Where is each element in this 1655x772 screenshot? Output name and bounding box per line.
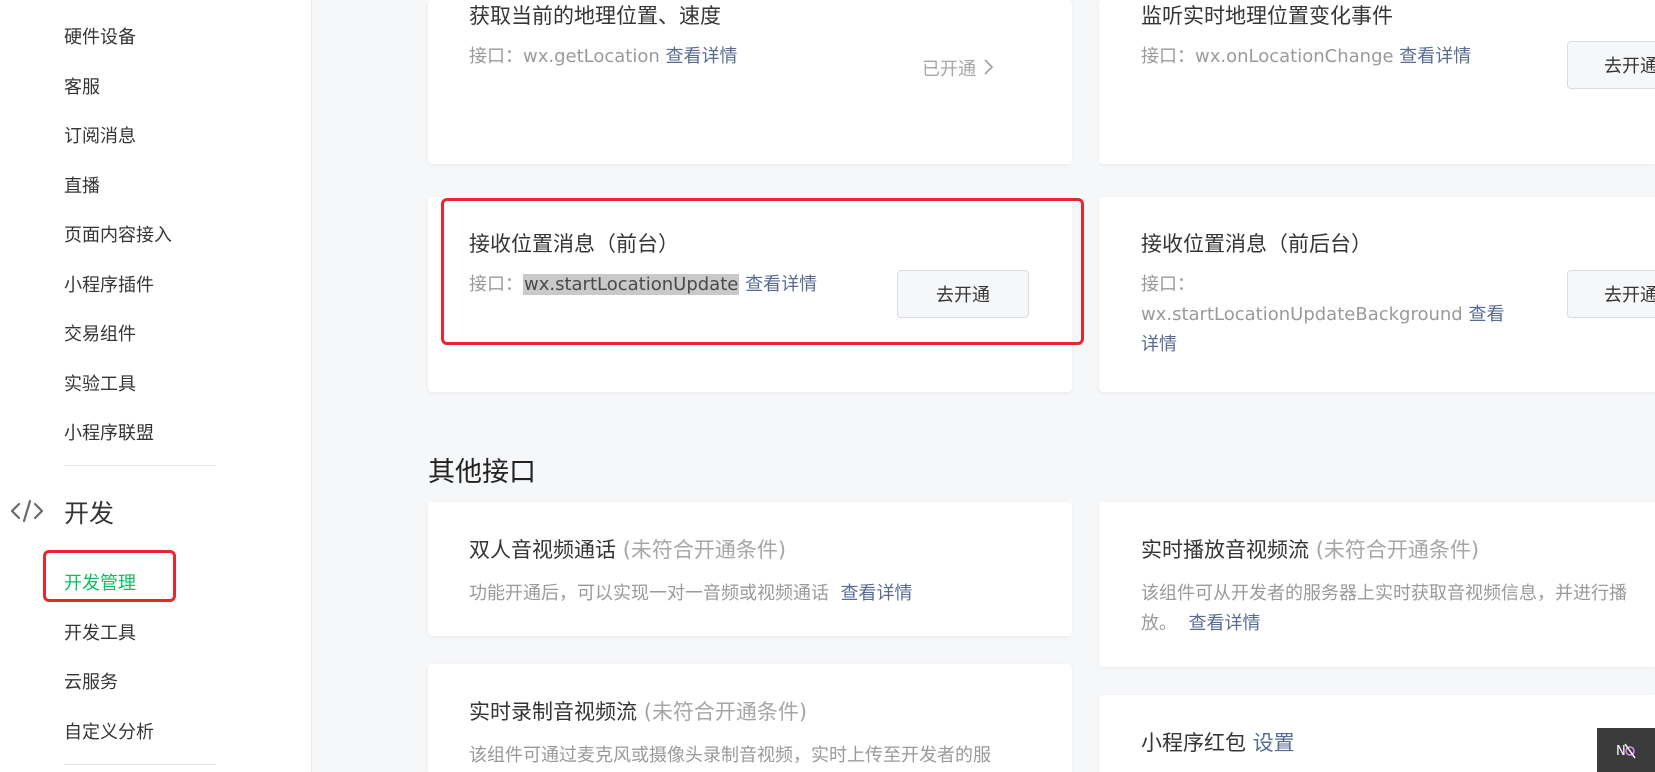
api-prefix: 接口： — [469, 46, 523, 67]
view-details-link-part1[interactable]: 查看 — [1468, 304, 1504, 325]
condition-label: (未符合开通条件) — [622, 538, 787, 562]
card-api: 接口： wx.startLocationUpdateBackground 查看 … — [1141, 270, 1521, 360]
card-api: 接口：wx.getLocation 查看详情 — [469, 42, 738, 72]
api-prefix: 接口： — [1141, 274, 1195, 295]
sidebar-item-page-content[interactable]: 页面内容接入 — [64, 221, 172, 247]
sidebar-item-hardware[interactable]: 硬件设备 — [64, 23, 136, 49]
sidebar-highlight-box — [43, 550, 176, 602]
card-title-text: 双人音视频通话 — [469, 538, 616, 562]
card-desc-text: 功能开通后，可以实现一对一音频或视频通话 — [469, 583, 829, 604]
enable-button[interactable]: 去开通 — [1567, 270, 1655, 318]
sidebar-item-alliance[interactable]: 小程序联盟 — [64, 419, 154, 445]
floating-widget[interactable]: N — [1597, 728, 1655, 772]
sidebar-item-dev-tools[interactable]: 开发工具 — [64, 619, 136, 645]
widget-label: N — [1616, 744, 1626, 759]
card-title: 双人音视频通话 (未符合开通条件) — [469, 534, 786, 564]
card-title: 接收位置消息（前后台） — [1141, 232, 1372, 256]
card-highlight-box — [441, 198, 1084, 345]
card-title: 实时录制音视频流 (未符合开通条件) — [469, 696, 807, 726]
card-desc: 功能开通后，可以实现一对一音频或视频通话 查看详情 — [469, 579, 912, 609]
card-on-location-change: 监听实时地理位置变化事件 接口：wx.onLocationChange 查看详情… — [1099, 0, 1655, 164]
api-name: wx.startLocationUpdateBackground — [1141, 304, 1463, 325]
sidebar-item-live[interactable]: 直播 — [64, 172, 100, 198]
card-desc: 该组件可通过麦克风或摄像头录制音视频，实时上传至开发者的服 — [469, 745, 991, 766]
section-heading-other: 其他接口 — [428, 457, 536, 488]
status-label: 已开通 — [922, 59, 976, 80]
sidebar-item-experiment-tools[interactable]: 实验工具 — [64, 370, 136, 396]
sidebar-item-cloud[interactable]: 云服务 — [64, 668, 118, 694]
status-enabled[interactable]: 已开通 — [922, 55, 994, 81]
chevron-right-icon — [984, 59, 994, 75]
api-prefix: 接口： — [1141, 46, 1195, 67]
sidebar-section-title: 开发 — [64, 499, 115, 528]
card-desc: 该组件可从开发者的服务器上实时获取音视频信息，并进行播 放。 查看详情 — [1141, 579, 1655, 639]
api-name: wx.getLocation — [523, 46, 660, 67]
view-details-link[interactable]: 查看详情 — [1188, 613, 1260, 634]
card-api: 接口：wx.onLocationChange 查看详情 — [1141, 42, 1471, 72]
card-title-text: 实时播放音视频流 — [1141, 538, 1309, 562]
card-get-location: 获取当前的地理位置、速度 接口：wx.getLocation 查看详情 已开通 — [428, 0, 1072, 164]
view-details-link-part2[interactable]: 详情 — [1141, 330, 1521, 360]
card-title: 监听实时地理位置变化事件 — [1141, 4, 1393, 28]
card-title: 实时播放音视频流 (未符合开通条件) — [1141, 534, 1479, 564]
sidebar-divider — [64, 465, 216, 466]
sidebar-item-trade-component[interactable]: 交易组件 — [64, 320, 136, 346]
view-details-link[interactable]: 查看详情 — [1399, 46, 1471, 67]
sidebar-divider-bottom — [64, 764, 216, 765]
sidebar-item-customer-service[interactable]: 客服 — [64, 73, 100, 99]
card-title: 获取当前的地理位置、速度 — [469, 4, 721, 28]
card-red-packet: 小程序红包 设置 — [1099, 695, 1655, 772]
sidebar: 硬件设备 客服 订阅消息 直播 页面内容接入 小程序插件 交易组件 实验工具 小… — [0, 0, 312, 772]
card-live-play: 实时播放音视频流 (未符合开通条件) 该组件可从开发者的服务器上实时获取音视频信… — [1099, 502, 1655, 667]
condition-label: (未符合开通条件) — [643, 700, 808, 724]
api-line: wx.startLocationUpdateBackground 查看 — [1141, 300, 1521, 330]
card-dual-av-call: 双人音视频通话 (未符合开通条件) 功能开通后，可以实现一对一音频或视频通话 查… — [428, 502, 1072, 636]
mute-icon: N — [1616, 743, 1636, 759]
condition-label: (未符合开通条件) — [1315, 538, 1480, 562]
card-desc-line1: 该组件可从开发者的服务器上实时获取音视频信息，并进行播 — [1141, 583, 1627, 604]
sidebar-item-plugins[interactable]: 小程序插件 — [64, 271, 154, 297]
sidebar-item-subscribe-message[interactable]: 订阅消息 — [64, 122, 136, 148]
api-name: wx.onLocationChange — [1195, 46, 1394, 67]
card-title: 小程序红包 设置 — [1141, 727, 1295, 757]
sidebar-item-custom-analysis[interactable]: 自定义分析 — [64, 718, 154, 744]
card-desc-line2: 放。 — [1141, 613, 1177, 634]
card-desc-line2-wrap: 放。 查看详情 — [1141, 609, 1655, 639]
settings-link[interactable]: 设置 — [1253, 731, 1295, 755]
card-title-text: 实时录制音视频流 — [469, 700, 637, 724]
enable-button[interactable]: 去开通 — [1567, 41, 1655, 89]
view-details-link[interactable]: 查看详情 — [666, 46, 738, 67]
code-icon — [10, 499, 44, 523]
card-live-push: 实时录制音视频流 (未符合开通条件) 该组件可通过麦克风或摄像头录制音视频，实时… — [428, 664, 1072, 772]
card-location-update-background: 接收位置消息（前后台） 接口： wx.startLocationUpdateBa… — [1099, 197, 1655, 392]
view-details-link[interactable]: 查看详情 — [840, 583, 912, 604]
card-title-text: 小程序红包 — [1141, 731, 1246, 755]
